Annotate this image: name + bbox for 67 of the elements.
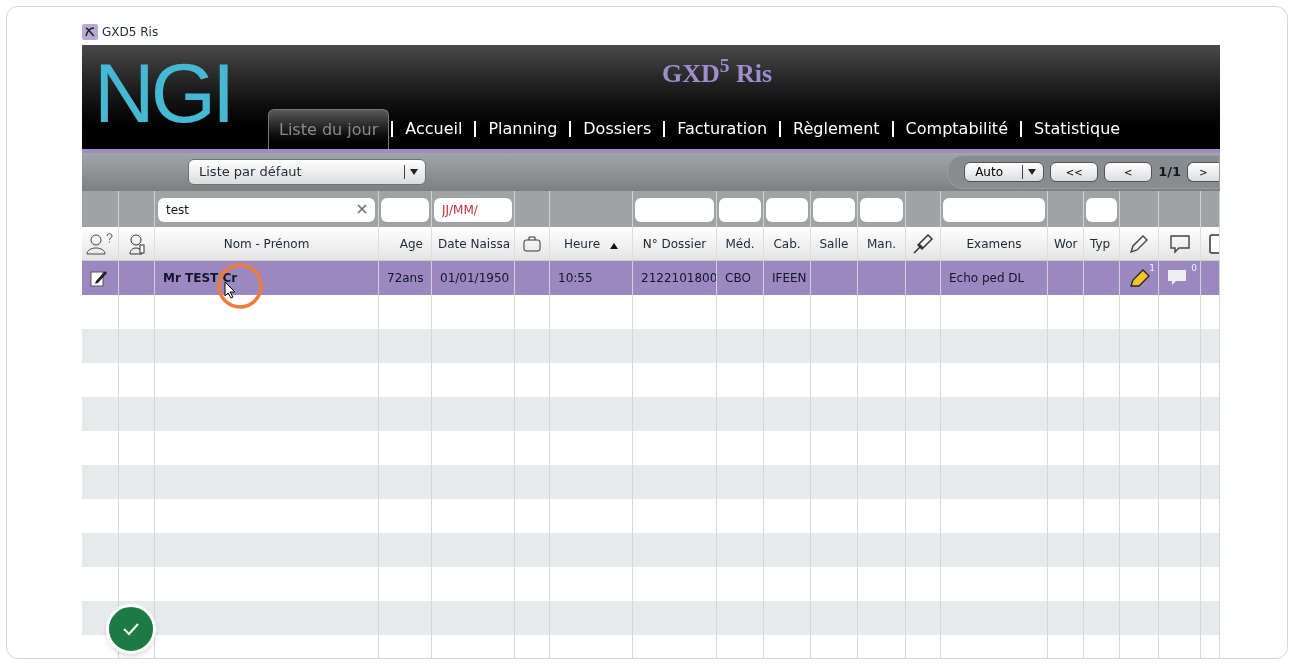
sort-ascending-icon[interactable] [610,242,619,249]
table-cell-text: 72ans [387,270,424,287]
column-header[interactable]: Nom - Prénom [223,234,310,253]
click-highlight-ring [216,262,264,310]
nav-tab[interactable]: Liste du jour [268,109,390,149]
filter-field[interactable] [635,198,714,222]
column-header[interactable]: Age [399,234,423,253]
filter-field[interactable] [860,198,903,222]
mode-dropdown[interactable]: Auto [964,162,1045,182]
edit-icon [90,269,108,287]
first-page-button[interactable]: << [1050,162,1099,182]
filter-field[interactable]: JJ/MM/ [434,198,512,222]
filter-field[interactable] [943,198,1045,222]
dropdown-caret-icon [409,168,419,176]
table-cell-text: 10:55 [558,270,593,287]
filter-field[interactable] [719,198,761,222]
nav-tab[interactable]: Règlement [783,109,890,149]
list-dropdown[interactable]: Liste par défaut [188,159,426,185]
filter-field[interactable]: test [158,198,375,222]
filter-field[interactable] [1086,198,1117,222]
next-page-button[interactable]: > [1187,162,1219,182]
clear-icon[interactable] [357,204,367,214]
count-label: 1 [1149,262,1155,275]
column-header[interactable]: N° Dossier [642,234,707,253]
nav-tab[interactable]: Accueil [395,109,473,149]
column-header[interactable]: Salle [819,234,849,253]
syringe-icon [912,232,934,255]
nav-tab[interactable]: Planning [478,109,568,149]
page-indicator: 1/1 [1158,163,1181,182]
column-header[interactable]: Cab. [773,234,801,253]
column-header[interactable]: Man. [866,234,897,253]
pencil-icon [1128,267,1152,289]
nav-tab[interactable]: Comptabilité [895,109,1018,149]
count-label: 0 [1191,262,1197,275]
briefcase-icon [523,235,541,252]
window-title: GXD5 Ris [102,24,159,41]
document-icon [1209,233,1219,254]
table-cell-text: 2122101800 [641,270,716,287]
dropdown-caret-icon [1027,168,1038,176]
nav-tab[interactable]: Statistique [1024,109,1131,149]
column-header[interactable]: Wor [1054,234,1078,253]
filter-field[interactable] [766,198,808,222]
column-header[interactable]: Date Naissa [438,234,511,253]
filter-field[interactable] [813,198,855,222]
user-info-icon [127,232,146,255]
table-cell-text: IFEEN [772,270,807,287]
table-row[interactable]: Mr TEST Cr 72ans 01/01/1950 10:55 2122101800 CBO IFEEN Echo ped DL 1 0 [82,261,1220,295]
user-question-icon [85,232,115,255]
comment-icon [1168,233,1191,254]
check-icon [122,622,140,636]
table-cell-text: Mr TEST Cr [163,270,238,287]
nav-tab[interactable]: Facturation [667,109,778,149]
logo: NGI [94,45,232,141]
app-icon [82,24,98,40]
table-cell-text: 01/01/1950 [440,270,510,287]
table-cell-text: CBO [725,270,751,287]
previous-page-button[interactable]: < [1104,162,1153,182]
product-logo: GXD$^{5}$ Ris [662,57,773,90]
column-header[interactable]: Méd. [725,234,755,253]
pencil-icon [1128,232,1150,255]
comment-icon [1167,269,1187,287]
filter-field[interactable] [381,198,429,222]
nav-tab[interactable]: Dossiers [573,109,662,149]
table-cell-text: Echo ped DL [949,270,1025,287]
column-header[interactable]: Examens [966,234,1022,253]
column-header[interactable]: Typ [1090,234,1111,253]
column-header[interactable]: Heure [563,234,601,253]
